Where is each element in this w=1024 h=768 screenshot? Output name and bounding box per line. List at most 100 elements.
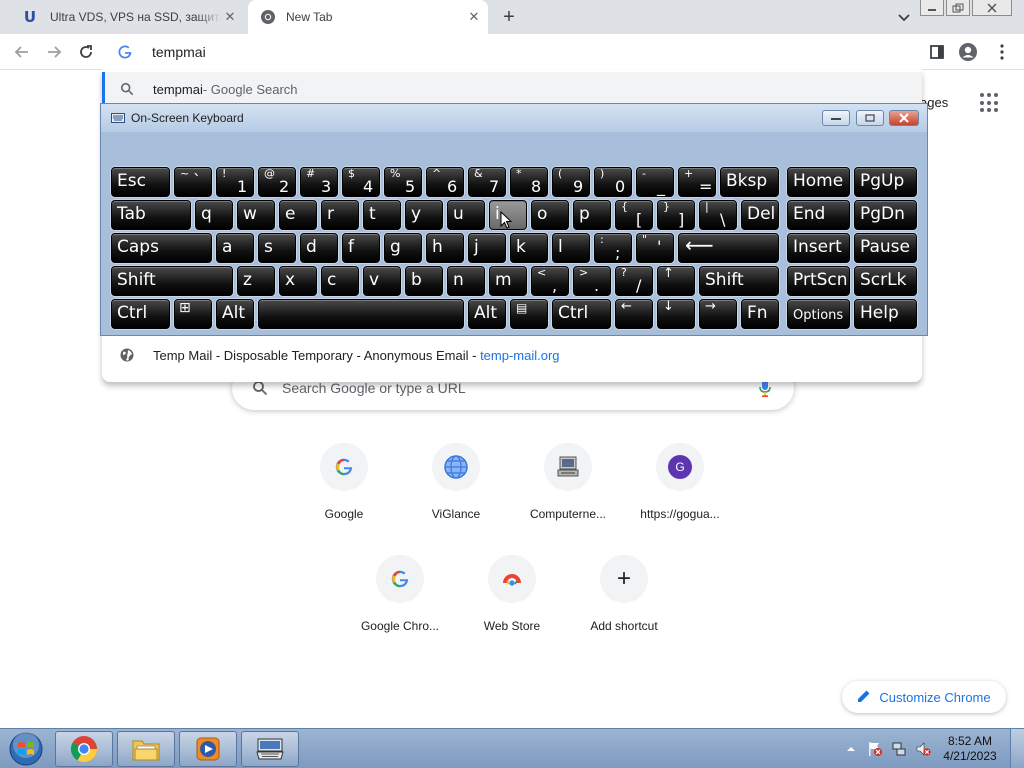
key-end[interactable]: End (787, 200, 850, 230)
key-6[interactable]: ^ 6 (426, 167, 464, 197)
key-scrlk[interactable]: ScrLk (854, 266, 917, 296)
network-icon[interactable] (890, 740, 908, 758)
key-s[interactable]: s (258, 233, 296, 263)
key-alt-left[interactable]: Alt (216, 299, 254, 329)
key-c[interactable]: c (321, 266, 359, 296)
tab-ultravds[interactable]: U Ultra VDS, VPS на SSD, защита от DDoS … (8, 0, 248, 34)
customize-chrome-button[interactable]: Customize Chrome (842, 681, 1006, 713)
key-tab[interactable]: Tab (111, 200, 191, 230)
tab-new-tab[interactable]: New Tab ✕ (248, 0, 488, 34)
key-7[interactable]: & 7 (468, 167, 506, 197)
action-center-flag-icon[interactable] (866, 740, 884, 758)
key-equals[interactable]: + = (678, 167, 716, 197)
key-h[interactable]: h (426, 233, 464, 263)
key-3[interactable]: #3 (300, 167, 338, 197)
key-insert[interactable]: Insert (787, 233, 850, 263)
key-esc[interactable]: Esc (111, 167, 170, 197)
more-menu-icon[interactable] (992, 42, 1012, 62)
key-pause[interactable]: Pause (854, 233, 917, 263)
key-v[interactable]: v (363, 266, 401, 296)
key-j[interactable]: j (468, 233, 506, 263)
key-help[interactable]: Help (854, 299, 917, 329)
key-0[interactable]: ) 0 (594, 167, 632, 197)
suggestion-temp-mail[interactable]: Temp Mail - Disposable Temporary - Anony… (102, 338, 922, 372)
key-pgdn[interactable]: PgDn (854, 200, 917, 230)
suggestion-google-search[interactable]: tempmai - Google Search (102, 72, 922, 106)
key-options[interactable]: Options (787, 299, 850, 329)
key-i[interactable]: i (489, 200, 527, 230)
key-y[interactable]: y (405, 200, 443, 230)
key-o[interactable]: o (531, 200, 569, 230)
key-alt-right[interactable]: Alt (468, 299, 506, 329)
new-tab-button[interactable]: + (498, 6, 520, 28)
key-b[interactable]: b (405, 266, 443, 296)
side-panel-icon[interactable] (927, 42, 947, 62)
key-shift-left[interactable]: Shift (111, 266, 233, 296)
google-apps-icon[interactable] (980, 93, 1000, 113)
key-t[interactable]: t (363, 200, 401, 230)
key-r[interactable]: r (321, 200, 359, 230)
key-w[interactable]: w (237, 200, 275, 230)
key-d[interactable]: d (300, 233, 338, 263)
taskbar-media-player[interactable] (179, 731, 237, 767)
key-backspace[interactable]: Bksp (720, 167, 779, 197)
osk-close-button[interactable] (889, 110, 919, 126)
show-desktop-button[interactable] (1010, 729, 1024, 768)
minimize-window-button[interactable] (920, 0, 944, 16)
shortcut-viglance[interactable]: ViGlance (400, 443, 512, 521)
shortcut-goguardian[interactable]: G https://gogua... (624, 443, 736, 521)
osk-title-bar[interactable]: On-Screen Keyboard (101, 104, 927, 132)
key-arrow-up[interactable]: ↑ (657, 266, 695, 296)
osk-minimize-button[interactable] (822, 110, 850, 126)
reload-icon[interactable] (76, 42, 96, 62)
key-p[interactable]: p (573, 200, 611, 230)
key-arrow-right[interactable]: → (699, 299, 737, 329)
key-e[interactable]: e (279, 200, 317, 230)
key-4[interactable]: $4 (342, 167, 380, 197)
key-m[interactable]: m (489, 266, 527, 296)
start-button[interactable] (4, 730, 48, 768)
add-shortcut-button[interactable]: + Add shortcut (568, 555, 680, 633)
key-f[interactable]: f (342, 233, 380, 263)
key-k[interactable]: k (510, 233, 548, 263)
key-space[interactable] (258, 299, 464, 329)
shortcut-google-chrome[interactable]: Google Chro... (344, 555, 456, 633)
key-minus[interactable]: - _ (636, 167, 674, 197)
system-clock[interactable]: 8:52 AM 4/21/2023 (938, 734, 1002, 764)
taskbar-file-explorer[interactable] (117, 731, 175, 767)
key-fn[interactable]: Fn (741, 299, 779, 329)
key-1[interactable]: ! 1 (216, 167, 254, 197)
key-tilde[interactable]: ~ ` (174, 167, 212, 197)
key-arrow-down[interactable]: ↓ (657, 299, 695, 329)
close-window-button[interactable] (972, 0, 1012, 16)
taskbar-chrome[interactable] (55, 731, 113, 767)
taskbar-on-screen-keyboard[interactable] (241, 731, 299, 767)
omnibox[interactable] (102, 34, 922, 70)
key-windows[interactable]: ⊞ (174, 299, 212, 329)
key-2[interactable]: @2 (258, 167, 296, 197)
show-hidden-icons-icon[interactable] (842, 740, 860, 758)
tab-search-chevron-icon[interactable] (895, 8, 913, 26)
key-slash[interactable]: ? / (615, 266, 653, 296)
key-backslash[interactable]: | \ (699, 200, 737, 230)
key-5[interactable]: % 5 (384, 167, 422, 197)
key-arrow-left[interactable]: ← (615, 299, 653, 329)
volume-muted-icon[interactable] (914, 740, 932, 758)
key-delete[interactable]: Del (741, 200, 779, 230)
key-l[interactable]: l (552, 233, 590, 263)
key-quote[interactable]: " ' (636, 233, 674, 263)
key-left-bracket[interactable]: {[ (615, 200, 653, 230)
key-prtscn[interactable]: PrtScn (787, 266, 850, 296)
key-caps[interactable]: Caps (111, 233, 212, 263)
key-enter[interactable]: ⟵ (678, 233, 779, 263)
close-tab-icon[interactable]: ✕ (222, 9, 238, 25)
key-q[interactable]: q (195, 200, 233, 230)
shortcut-google[interactable]: Google (288, 443, 400, 521)
shortcut-web-store[interactable]: Web Store (456, 555, 568, 633)
key-u[interactable]: u (447, 200, 485, 230)
key-8[interactable]: * 8 (510, 167, 548, 197)
key-home[interactable]: Home (787, 167, 850, 197)
profile-avatar-icon[interactable] (958, 42, 978, 62)
shortcut-computerne[interactable]: Computerne... (512, 443, 624, 521)
omnibox-input[interactable] (152, 44, 752, 60)
